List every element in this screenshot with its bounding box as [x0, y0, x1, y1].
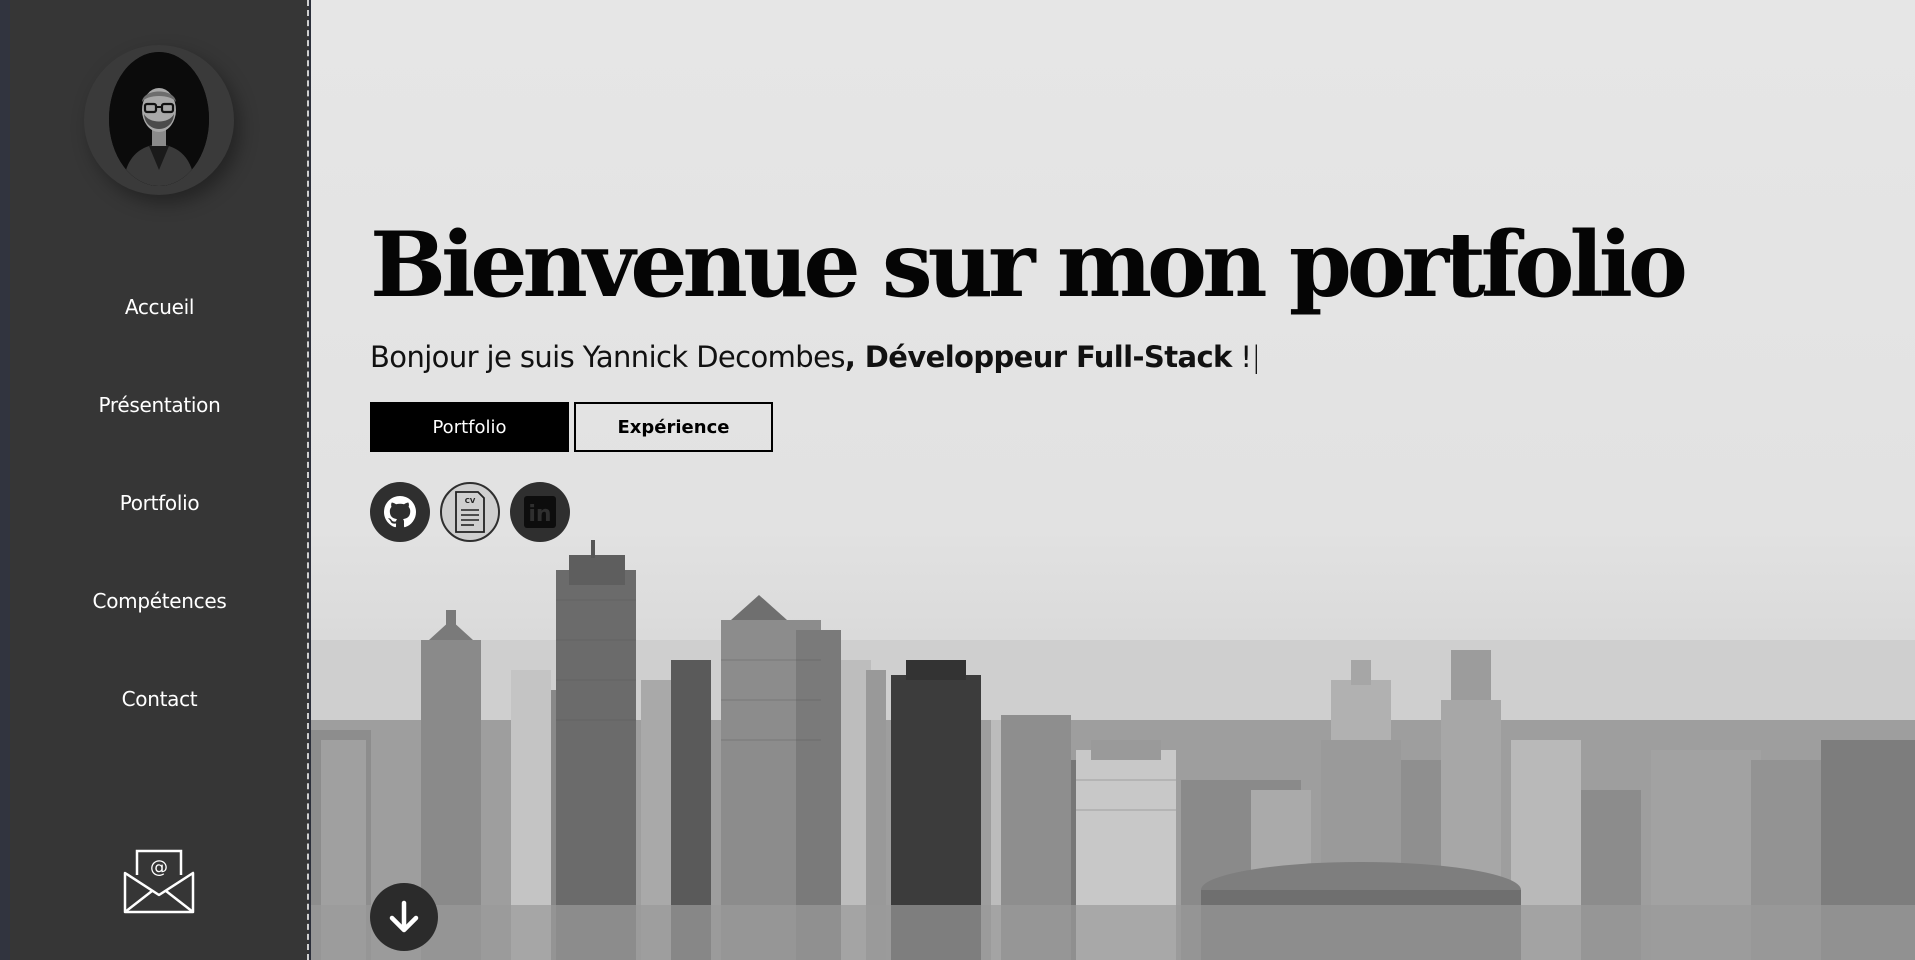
nav-link-accueil[interactable]: Accueil [125, 295, 195, 319]
linkedin-label: in [528, 502, 551, 527]
nav-link-presentation[interactable]: Présentation [98, 393, 220, 417]
nav-item-accueil: Accueil [10, 258, 309, 356]
nav-item-portfolio: Portfolio [10, 454, 309, 552]
nav-link-contact[interactable]: Contact [122, 687, 198, 711]
typing-cursor: | [1251, 340, 1261, 374]
cv-document-icon[interactable]: CV [440, 482, 500, 542]
github-icon[interactable] [370, 482, 430, 542]
hero-section: Bienvenue sur mon portfolio Bonjour je s… [311, 0, 1915, 960]
mail-at-symbol: @ [150, 857, 168, 878]
nav-item-contact: Contact [10, 650, 309, 748]
linkedin-icon[interactable]: in [510, 482, 570, 542]
subtitle-intro: Bonjour je suis Yannick Decombes [370, 340, 845, 374]
window-edge [0, 0, 10, 960]
sidebar: Accueil Présentation Portfolio Compétenc… [10, 0, 309, 960]
hero-subtitle: Bonjour je suis Yannick Decombes, Dévelo… [370, 340, 1261, 374]
portrait-image [109, 52, 209, 186]
city-skyline-background [311, 540, 1915, 960]
subtitle-role: , Développeur Full-Stack [844, 340, 1232, 374]
nav-link-competences[interactable]: Compétences [93, 589, 227, 613]
page-title: Bienvenue sur mon portfolio [370, 212, 1688, 318]
nav-item-presentation: Présentation [10, 356, 309, 454]
cv-label: CV [465, 497, 476, 505]
portfolio-button[interactable]: Portfolio [370, 402, 569, 452]
arrow-down-icon[interactable] [370, 883, 438, 951]
avatar-ring [84, 45, 234, 195]
subtitle-end: ! [1231, 340, 1252, 374]
nav-item-competences: Compétences [10, 552, 309, 650]
nav-link-portfolio[interactable]: Portfolio [120, 491, 200, 515]
experience-button[interactable]: Expérience [574, 402, 773, 452]
avatar[interactable] [109, 52, 209, 186]
envelope-at-icon[interactable]: @ [122, 845, 196, 915]
sidebar-nav: Accueil Présentation Portfolio Compétenc… [10, 258, 309, 748]
